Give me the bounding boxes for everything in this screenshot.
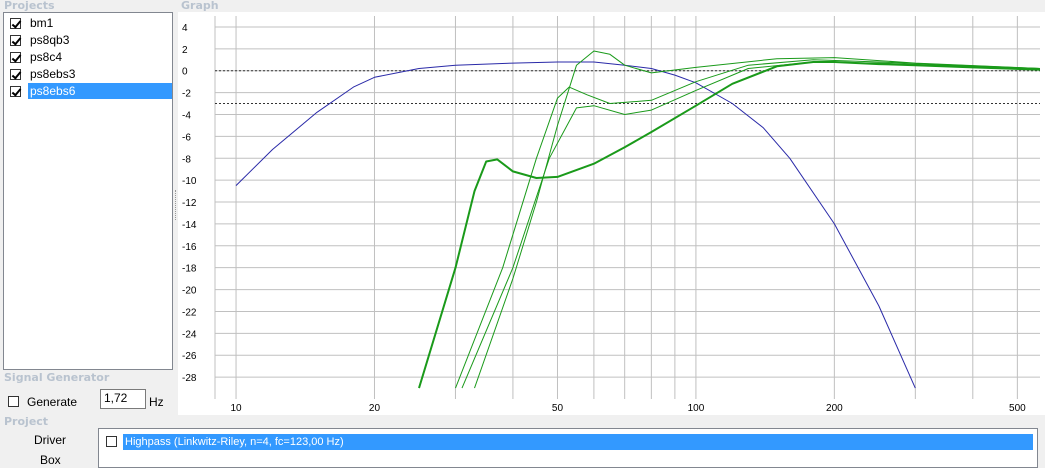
filter-checkbox[interactable]	[106, 436, 117, 447]
project-checkbox[interactable]	[10, 17, 21, 29]
response-chart[interactable]: 420-2-4-6-8-10-12-14-16-18-20-22-24-26-2…	[178, 12, 1045, 415]
graph-title: Graph	[181, 0, 219, 12]
series-line-1	[418, 61, 1040, 389]
filter-item-highpass[interactable]: Highpass (Linkwitz-Riley, n=4, fc=123,00…	[123, 434, 1033, 450]
driver-label[interactable]: Driver	[34, 433, 66, 447]
project-item-ps8c4[interactable]: ps8c4	[7, 49, 172, 65]
project-label: ps8ebs6	[28, 83, 172, 99]
y-tick-label: -22	[182, 307, 197, 318]
y-tick-label: 0	[182, 67, 188, 78]
project-checkbox[interactable]	[10, 85, 21, 97]
y-tick-label: -26	[182, 351, 197, 362]
y-tick-label: 4	[182, 23, 188, 34]
projects-list[interactable]: bm1 ps8qb3 ps8c4 ps8ebs3 ps8ebs6	[3, 12, 173, 370]
y-tick-label: -14	[182, 220, 197, 231]
project-label: bm1	[30, 16, 54, 30]
series-line-0	[235, 61, 916, 389]
project-item-ps8ebs6[interactable]: ps8ebs6	[7, 83, 172, 99]
y-tick-label: -6	[182, 132, 191, 143]
y-tick-label: -28	[182, 373, 197, 384]
project-label: ps8qb3	[30, 33, 70, 47]
series-line-4	[461, 61, 1040, 389]
x-tick-label: 200	[826, 403, 843, 414]
x-tick-label: 10	[230, 403, 242, 414]
frequency-unit: Hz	[149, 395, 164, 409]
generate-checkbox[interactable]	[8, 396, 19, 407]
projects-title: Projects	[4, 0, 55, 12]
y-tick-label: -10	[182, 176, 197, 187]
generate-label: Generate	[27, 395, 78, 409]
y-tick-label: -4	[182, 110, 191, 121]
graph-panel[interactable]: 4 2 0 -2 -4 -6 -8 -10 -12 -14 -16 -18 -20 -22 -24 -26 -2…	[178, 12, 1045, 415]
y-tick-label: 2	[182, 45, 188, 56]
project-label: ps8ebs3	[30, 67, 76, 81]
y-tick-label: -18	[182, 264, 197, 275]
project-checkbox[interactable]	[10, 68, 21, 80]
x-tick-label: 20	[369, 403, 381, 414]
series-line-2	[474, 50, 1040, 389]
y-tick-label: -24	[182, 329, 197, 340]
y-tick-label: -8	[182, 154, 191, 165]
project-item-ps8qb3[interactable]: ps8qb3	[7, 32, 172, 48]
filter-list[interactable]: Highpass (Linkwitz-Riley, n=4, fc=123,00…	[98, 428, 1038, 468]
signal-generator-title: Signal Generator	[4, 371, 110, 384]
project-label: ps8c4	[30, 50, 63, 64]
project-checkbox[interactable]	[10, 51, 21, 63]
project-item-ps8ebs3[interactable]: ps8ebs3	[7, 66, 172, 82]
project-checkbox[interactable]	[10, 34, 21, 46]
y-tick-label: -2	[182, 89, 191, 100]
box-label[interactable]: Box	[40, 453, 61, 467]
project-title: Project	[4, 415, 49, 428]
x-tick-label: 50	[552, 403, 564, 414]
frequency-input[interactable]: 1,72	[100, 389, 146, 409]
x-tick-label: 100	[688, 403, 705, 414]
y-tick-label: -20	[182, 286, 197, 297]
x-tick-label: 500	[1009, 403, 1026, 414]
project-item-bm1[interactable]: bm1	[7, 15, 172, 31]
y-tick-label: -16	[182, 242, 197, 253]
y-tick-label: -12	[182, 198, 197, 209]
